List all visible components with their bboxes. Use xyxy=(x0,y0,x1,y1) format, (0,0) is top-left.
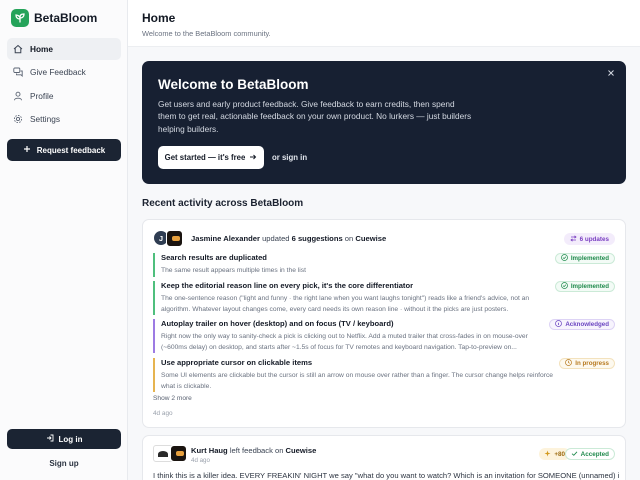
login-button[interactable]: Log in xyxy=(7,429,121,449)
close-icon[interactable] xyxy=(607,69,615,79)
check-icon xyxy=(571,450,578,459)
brand-name: BetaBloom xyxy=(34,11,98,25)
sidebar-item-profile[interactable]: Profile xyxy=(7,85,121,107)
suggestion-count: 6 suggestions xyxy=(291,234,343,243)
brand-logo-icon xyxy=(11,9,29,27)
suggestion-item[interactable]: Autoplay trailer on hover (desktop) and … xyxy=(153,319,615,354)
welcome-title: Welcome to BetaBloom xyxy=(158,77,309,92)
swap-icon xyxy=(569,234,577,244)
suggestion-body: Right now the only way to sanity-check a… xyxy=(161,333,528,351)
welcome-text: Get users and early product feedback. Gi… xyxy=(158,99,472,134)
get-started-button[interactable]: Get started — it's free xyxy=(158,146,264,169)
request-feedback-button[interactable]: Request feedback xyxy=(7,139,121,161)
avatar-group xyxy=(153,445,187,462)
request-feedback-label: Request feedback xyxy=(36,145,106,155)
sidebar-item-label: Home xyxy=(30,44,54,54)
sidebar-item-label: Settings xyxy=(30,113,60,124)
info-circle-icon xyxy=(555,320,563,329)
activity-verb: updated xyxy=(259,234,292,243)
status-badge: In progress xyxy=(559,358,615,369)
status-label: Acknowledged xyxy=(565,321,609,328)
product-avatar[interactable] xyxy=(170,445,187,462)
status-badge: Acknowledged xyxy=(549,319,615,330)
gear-icon xyxy=(12,113,23,124)
page-header: Home Welcome to the BetaBloom community. xyxy=(128,0,640,47)
plus-icon xyxy=(23,145,31,155)
sparkle-icon xyxy=(544,450,551,459)
sign-in-link[interactable]: or sign in xyxy=(272,153,307,162)
login-label: Log in xyxy=(58,434,83,444)
login-icon xyxy=(46,434,54,444)
feedback-text: I think this is a killer idea. EVERY FRE… xyxy=(153,471,619,480)
sidebar-item-settings[interactable]: Settings xyxy=(7,108,121,130)
timestamp: 4d ago xyxy=(191,457,210,464)
status-label: Implemented xyxy=(570,283,609,290)
suggestion-body: The same result appears multiple times i… xyxy=(161,267,306,274)
suggestion-body: Some UI elements are clickable but the c… xyxy=(161,372,554,390)
clock-icon xyxy=(565,359,573,368)
updates-badge: 6 updates xyxy=(563,233,615,245)
signup-link[interactable]: Sign up xyxy=(7,455,121,471)
status-badge: Implemented xyxy=(554,281,615,292)
suggestion-title: Keep the editorial reason line on every … xyxy=(161,281,414,290)
main-content: Home Welcome to the BetaBloom community.… xyxy=(128,0,640,480)
welcome-banner: Welcome to BetaBloom Get users and early… xyxy=(142,61,626,184)
activity-card: Kurt Haug left feedback on Cuewise 4d ag… xyxy=(142,435,626,480)
chat-icon xyxy=(12,67,23,78)
user-name[interactable]: Kurt Haug xyxy=(191,446,228,455)
recent-activity-title: Recent activity across BetaBloom xyxy=(142,198,304,209)
sidebar-item-label: Give Feedback xyxy=(30,67,86,78)
activity-summary: Kurt Haug left feedback on Cuewise xyxy=(191,446,316,455)
activity-verb: left feedback on xyxy=(227,446,286,455)
updates-label: 6 updates xyxy=(579,235,609,243)
activity-card: J Jasmine Alexander updated 6 suggestion… xyxy=(142,219,626,428)
suggestion-title: Search results are duplicated xyxy=(161,253,267,262)
sidebar-item-give-feedback[interactable]: Give Feedback xyxy=(7,61,121,83)
arrow-right-icon xyxy=(249,153,257,163)
suggestion-title: Use appropriate cursor on clickable item… xyxy=(161,358,313,367)
suggestion-title: Autoplay trailer on hover (desktop) and … xyxy=(161,319,394,328)
user-name[interactable]: Jasmine Alexander xyxy=(191,234,260,243)
sidebar-item-label: Profile xyxy=(30,90,54,101)
activity-on: on xyxy=(342,234,356,243)
page-title: Home xyxy=(142,11,176,25)
status-label: In progress xyxy=(575,360,609,367)
brand[interactable]: BetaBloom xyxy=(11,9,97,27)
credits-label: +80 xyxy=(554,450,565,458)
sidebar-item-home[interactable]: Home xyxy=(7,38,121,60)
get-started-label: Get started — it's free xyxy=(164,153,246,162)
avatar-group: J xyxy=(153,230,183,247)
suggestion-body: The one-sentence reason ("light and funn… xyxy=(161,295,530,313)
check-circle-icon xyxy=(560,254,568,263)
sidebar-nav: Home Give Feedback Profile Settings xyxy=(7,38,121,131)
home-icon xyxy=(12,44,23,55)
status-badge: Accepted xyxy=(564,448,615,460)
product-name[interactable]: Cuewise xyxy=(355,234,386,243)
user-icon xyxy=(12,90,23,101)
page-subtitle: Welcome to the BetaBloom community. xyxy=(142,29,271,38)
sidebar: BetaBloom Home Give Feedback Profile Set… xyxy=(0,0,128,480)
activity-summary: Jasmine Alexander updated 6 suggestions … xyxy=(191,234,386,243)
product-name[interactable]: Cuewise xyxy=(286,446,317,455)
status-label: Implemented xyxy=(570,255,609,262)
check-circle-icon xyxy=(560,282,568,291)
suggestion-item[interactable]: Use appropriate cursor on clickable item… xyxy=(153,358,615,393)
product-avatar[interactable] xyxy=(166,230,183,247)
status-label: Accepted xyxy=(580,450,609,458)
show-more-link[interactable]: Show 2 more xyxy=(153,395,192,402)
suggestion-item[interactable]: Search results are duplicated The same r… xyxy=(153,253,615,277)
timestamp: 4d ago xyxy=(153,410,173,417)
status-badge: Implemented xyxy=(554,253,615,264)
suggestion-item[interactable]: Keep the editorial reason line on every … xyxy=(153,281,615,316)
